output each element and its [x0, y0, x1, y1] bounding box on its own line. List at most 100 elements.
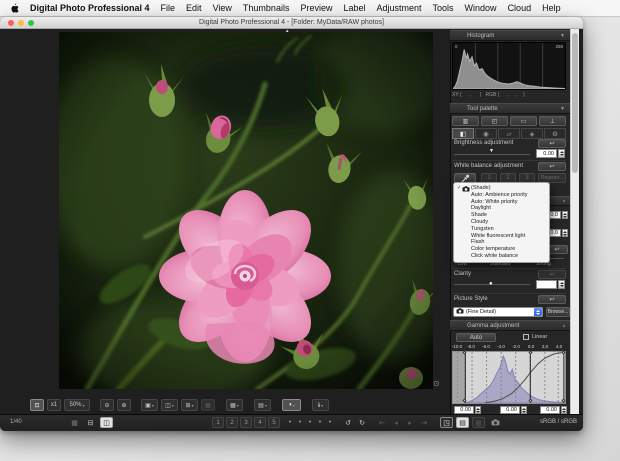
gamma-black-value-field[interactable]: 0.00: [454, 406, 474, 414]
gamma-auto-button[interactable]: Auto: [456, 333, 496, 342]
histogram-view-button[interactable]: ▤: [456, 417, 469, 428]
actual-size-button[interactable]: x1: [47, 399, 61, 411]
menu-item-tools[interactable]: Tools: [433, 3, 454, 13]
edit-mode-button[interactable]: ▥: [452, 116, 479, 126]
camera-settings-button[interactable]: [489, 417, 502, 428]
clarity-stepper[interactable]: [558, 280, 565, 289]
zoom-position-icon[interactable]: ⊙: [433, 379, 440, 388]
tab-tone-adjustment[interactable]: ◉: [475, 128, 497, 139]
tab-lens-correction[interactable]: ▱: [498, 128, 520, 139]
clarity-reset-button[interactable]: ↩: [538, 270, 566, 279]
compare-view-button[interactable]: ▦: [201, 399, 215, 411]
collapse-icon[interactable]: ▼: [560, 33, 565, 39]
previous-image-button[interactable]: ◂: [390, 417, 402, 428]
wb-option-tungsten[interactable]: Tungsten: [454, 226, 549, 233]
last-image-button[interactable]: ⇥: [418, 417, 430, 428]
first-image-button[interactable]: ⇤: [376, 417, 388, 428]
menu-item-adjustment[interactable]: Adjustment: [377, 3, 422, 13]
clarity-slider-thumb[interactable]: ●: [489, 281, 493, 287]
tab-color-adjustment[interactable]: ◈: [521, 128, 543, 139]
brightness-value-field[interactable]: 0.00: [536, 149, 557, 158]
double-chevron-icon[interactable]: »: [561, 200, 567, 203]
rotate-right-button[interactable]: ↻: [356, 417, 368, 428]
menu-item-edit[interactable]: Edit: [186, 3, 202, 13]
picture-style-reset-button[interactable]: ↩: [538, 295, 566, 304]
histogram-header[interactable]: Histogram▼: [450, 30, 570, 41]
menu-item-preview[interactable]: Preview: [300, 3, 332, 13]
split-4up-view-button[interactable]: ⊞▾: [181, 399, 198, 411]
single-view-button[interactable]: ▣▾: [141, 399, 158, 411]
next-image-button[interactable]: ▸: [404, 417, 416, 428]
menu-item-view[interactable]: View: [213, 3, 232, 13]
checkmark-5-button[interactable]: 5: [268, 417, 280, 428]
wb-option-white-fluorescent[interactable]: White fluorescent light: [454, 233, 549, 240]
wb-option-click-white-balance[interactable]: Click white balance: [454, 253, 549, 260]
grid-layout-button[interactable]: ▦: [68, 417, 81, 428]
rotate-left-button[interactable]: ↺: [342, 417, 354, 428]
wb-option-shade-camera[interactable]: ✓ (Shade): [454, 185, 549, 192]
wb-option-auto-white[interactable]: Auto: White priority: [454, 199, 549, 206]
crop-button[interactable]: ◰: [481, 116, 508, 126]
zoom-out-button[interactable]: ⊖: [100, 399, 114, 411]
scrollbar-thumb[interactable]: [572, 33, 578, 173]
maximize-button[interactable]: [28, 20, 34, 26]
gamma-mid-value-field[interactable]: 0.00: [500, 406, 520, 414]
minimize-button[interactable]: [18, 20, 24, 26]
tab-settings[interactable]: ⚙: [544, 128, 566, 139]
collapse-icon[interactable]: ▼: [560, 106, 565, 112]
brightness-slider-thumb[interactable]: ▼: [489, 149, 494, 154]
title-bar[interactable]: Digital Photo Professional 4 - [Folder: …: [0, 17, 583, 29]
print-button[interactable]: ▤▾: [254, 399, 271, 411]
info-button[interactable]: ℹ▾: [312, 399, 329, 411]
af-point-view-button[interactable]: ◳: [440, 417, 453, 428]
fine-tune-stepper-2[interactable]: [562, 229, 568, 237]
picture-style-browse-button[interactable]: Browse...: [546, 307, 570, 317]
wb-option-flash[interactable]: Flash: [454, 239, 549, 246]
menu-item-cloud[interactable]: Cloud: [508, 3, 532, 13]
rating-star-3[interactable]: •: [305, 417, 315, 428]
white-balance-reset-button[interactable]: ↩: [538, 162, 566, 171]
tab-basic-adjustment[interactable]: ◧: [452, 128, 474, 139]
rating-star-5[interactable]: •: [325, 417, 335, 428]
close-button[interactable]: [8, 20, 14, 26]
menu-app-name[interactable]: Digital Photo Professional 4: [30, 3, 150, 13]
checkmark-1-button[interactable]: 1: [212, 417, 224, 428]
tone-adjustment-button[interactable]: ◑▾: [282, 399, 301, 411]
checkmark-3-button[interactable]: 3: [240, 417, 252, 428]
panel-scrollbar[interactable]: [570, 29, 579, 414]
vertical-layout-button[interactable]: ◫: [100, 417, 113, 428]
zoom-level-dropdown[interactable]: 50%▾: [64, 399, 90, 411]
brightness-stepper[interactable]: [558, 149, 565, 158]
rating-star-4[interactable]: •: [315, 417, 325, 428]
fit-to-window-button[interactable]: ⊡: [30, 399, 44, 411]
fine-tune-stepper-1[interactable]: [562, 211, 568, 219]
gamma-white-stepper[interactable]: [561, 406, 567, 414]
wb-option-auto-ambience[interactable]: Auto: Ambience priority: [454, 192, 549, 199]
clarity-value-field[interactable]: [536, 280, 557, 289]
menu-item-help[interactable]: Help: [542, 3, 561, 13]
menu-item-window[interactable]: Window: [465, 3, 497, 13]
gamma-header[interactable]: Gamma adjustment»: [450, 320, 570, 331]
rating-star-2[interactable]: •: [295, 417, 305, 428]
apple-icon[interactable]: [10, 3, 19, 14]
wb-option-cloudy[interactable]: Cloudy: [454, 219, 549, 226]
menu-item-label[interactable]: Label: [343, 3, 365, 13]
fine-tune-header-fragment[interactable]: »: [550, 196, 570, 206]
double-chevron-icon[interactable]: »: [561, 324, 567, 327]
horizontal-layout-button[interactable]: ⊟: [84, 417, 97, 428]
linear-checkbox[interactable]: [523, 334, 529, 340]
checkmark-2-button[interactable]: 2: [226, 417, 238, 428]
photo-preview-rose[interactable]: [59, 32, 433, 389]
gamma-mid-stepper[interactable]: [521, 406, 527, 414]
stamp-button[interactable]: ▭: [510, 116, 537, 126]
wb-option-shade[interactable]: Shade: [454, 212, 549, 219]
gamma-white-value-field[interactable]: 0.00: [540, 406, 560, 414]
checkmark-4-button[interactable]: 4: [254, 417, 266, 428]
tool-palette-header[interactable]: Tool palette▼: [450, 103, 570, 114]
thumbnail-grid-button[interactable]: ▦▾: [226, 399, 243, 411]
zoom-in-button[interactable]: ⊕: [117, 399, 131, 411]
brightness-reset-button[interactable]: ↩: [538, 139, 566, 148]
menu-item-file[interactable]: File: [161, 3, 176, 13]
gamma-curve-chart[interactable]: [452, 351, 566, 404]
split-2up-view-button[interactable]: ◫▾: [161, 399, 178, 411]
